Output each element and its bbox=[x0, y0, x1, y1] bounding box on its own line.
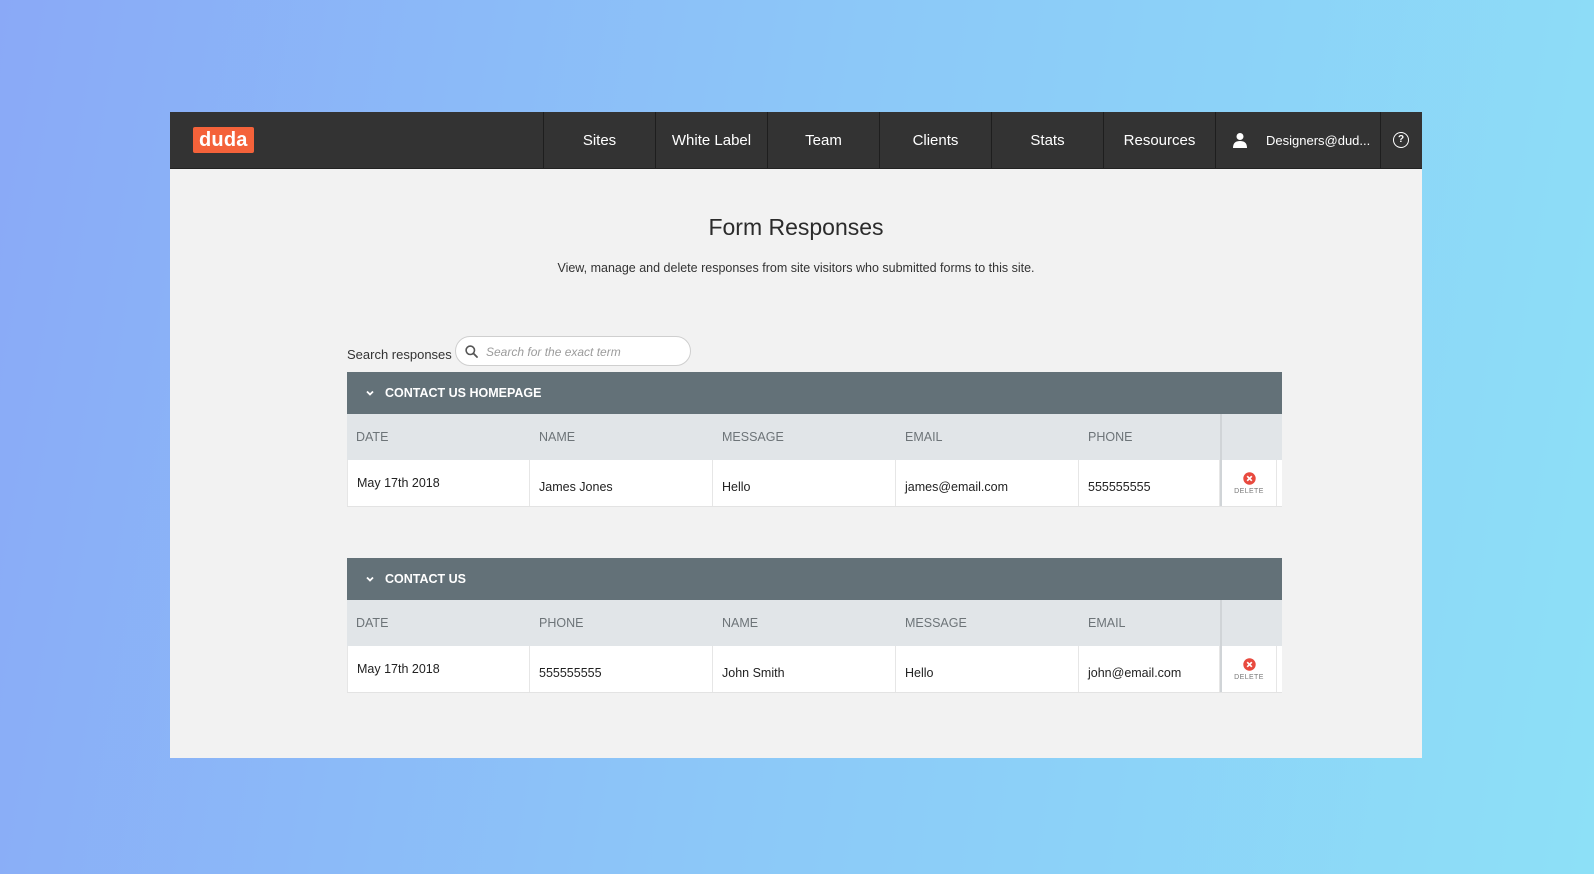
table-cell: james@email.com bbox=[896, 460, 1079, 506]
table-cell: 555555555 bbox=[530, 646, 713, 692]
column-header: PHONE bbox=[1088, 430, 1133, 444]
form-group-title: CONTACT US bbox=[385, 572, 467, 586]
help-button[interactable]: ? bbox=[1380, 112, 1421, 168]
search-icon bbox=[465, 345, 478, 358]
nav-clients[interactable]: Clients bbox=[879, 112, 991, 168]
nav-team[interactable]: Team bbox=[767, 112, 879, 168]
table-cell: May 17th 2018 bbox=[347, 460, 530, 506]
form-group-header[interactable]: CONTACT US HOMEPAGE bbox=[347, 372, 1282, 414]
delete-x-icon bbox=[1242, 471, 1256, 485]
table-cell: Hello bbox=[896, 646, 1079, 692]
table-cell: john@email.com bbox=[1079, 646, 1220, 692]
delete-label: DELETE bbox=[1234, 673, 1264, 681]
column-header: NAME bbox=[722, 616, 759, 630]
search-input[interactable] bbox=[484, 342, 684, 362]
app-window: duda Sites White Label Team Clients Stat… bbox=[170, 112, 1422, 758]
delete-button[interactable]: DELETE bbox=[1220, 646, 1277, 692]
delete-label: DELETE bbox=[1234, 487, 1264, 495]
table-cell: 555555555 bbox=[1079, 460, 1220, 506]
main-nav: Sites White Label Team Clients Stats Res… bbox=[543, 112, 1421, 168]
table-cell: Hello bbox=[713, 460, 896, 506]
chevron-down-icon bbox=[366, 576, 374, 582]
column-header: EMAIL bbox=[905, 430, 943, 444]
column-header: PHONE bbox=[539, 616, 584, 630]
form-group-contact-us-homepage: CONTACT US HOMEPAGE DATE NAME MESSAGE EM… bbox=[347, 372, 1282, 507]
table-cell: John Smith bbox=[713, 646, 896, 692]
column-header: MESSAGE bbox=[905, 616, 967, 630]
nav-white-label[interactable]: White Label bbox=[655, 112, 767, 168]
duda-logo[interactable]: duda bbox=[193, 127, 254, 153]
form-group-header[interactable]: CONTACT US bbox=[347, 558, 1282, 600]
nav-sites[interactable]: Sites bbox=[543, 112, 655, 168]
form-group-title: CONTACT US HOMEPAGE bbox=[385, 386, 542, 400]
search-box bbox=[455, 336, 691, 366]
column-header: EMAIL bbox=[1088, 616, 1126, 630]
search-label: Search responses bbox=[347, 347, 452, 362]
chevron-down-icon bbox=[366, 390, 374, 396]
table-cell: May 17th 2018 bbox=[347, 646, 530, 692]
form-group-contact-us: CONTACT US DATE PHONE NAME MESSAGE EMAIL… bbox=[347, 558, 1282, 693]
table-row: May 17th 2018 James Jones Hello james@em… bbox=[347, 460, 1282, 507]
column-header: DATE bbox=[356, 616, 389, 630]
top-navigation-bar: duda Sites White Label Team Clients Stat… bbox=[170, 112, 1422, 169]
action-column-header bbox=[1220, 414, 1277, 460]
nav-resources[interactable]: Resources bbox=[1103, 112, 1215, 168]
nav-stats[interactable]: Stats bbox=[991, 112, 1103, 168]
user-icon bbox=[1233, 133, 1247, 148]
table-row: May 17th 2018 555555555 John Smith Hello… bbox=[347, 646, 1282, 693]
column-header: MESSAGE bbox=[722, 430, 784, 444]
user-email: Designers@dud... bbox=[1266, 132, 1371, 148]
delete-x-icon bbox=[1242, 657, 1256, 671]
user-account-menu[interactable]: Designers@dud... bbox=[1215, 112, 1380, 168]
page-title: Form Responses bbox=[708, 214, 884, 240]
table-header-row: DATE NAME MESSAGE EMAIL PHONE bbox=[347, 414, 1282, 460]
column-header: DATE bbox=[356, 430, 389, 444]
delete-button[interactable]: DELETE bbox=[1220, 460, 1277, 506]
question-circle-icon: ? bbox=[1393, 132, 1409, 148]
action-column-header bbox=[1220, 600, 1277, 646]
table-cell: James Jones bbox=[530, 460, 713, 506]
table-header-row: DATE PHONE NAME MESSAGE EMAIL bbox=[347, 600, 1282, 646]
column-header: NAME bbox=[539, 430, 576, 444]
page-subtitle: View, manage and delete responses from s… bbox=[557, 261, 1035, 275]
